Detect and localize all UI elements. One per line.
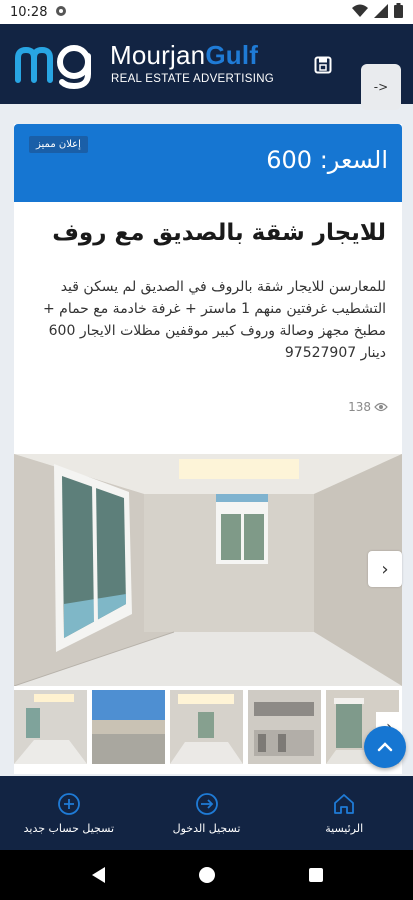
photo-next-button[interactable]: ›: [368, 551, 402, 587]
recents-icon[interactable]: [308, 867, 324, 883]
listing-card: إعلان مميز السعر: 600 للايجار شقة بالصدي…: [14, 124, 402, 774]
add-circle-icon: [57, 792, 80, 815]
home-icon: [334, 793, 355, 814]
status-bar: 10:28: [0, 0, 413, 24]
app-header: MourjanGulf REAL ESTATE ADVERTISING ->: [0, 24, 413, 110]
nav-register-label: تسجيل حساب جديد: [23, 821, 115, 835]
battery-icon: [394, 3, 403, 18]
mourjan-logo-icon: [15, 45, 91, 90]
notification-icon: [55, 5, 67, 20]
save-icon[interactable]: [314, 56, 332, 74]
brand-accent: Gulf: [205, 40, 259, 70]
home-circle-icon[interactable]: [198, 866, 216, 884]
status-icons: [352, 3, 403, 18]
eye-icon: [374, 402, 388, 412]
status-time: 10:28: [10, 4, 48, 20]
thumbnail[interactable]: [14, 690, 87, 764]
nav-login[interactable]: تسجيل الدخول: [138, 776, 276, 850]
scroll-top-button[interactable]: [364, 726, 406, 768]
system-nav-bar: [0, 850, 413, 900]
thumbnail[interactable]: [248, 690, 321, 764]
nav-home-label: الرئيسية: [325, 821, 364, 835]
listing-title: للايجار شقة بالصديق مع روف: [52, 220, 386, 246]
brand-main: Mourjan: [110, 40, 206, 70]
back-icon[interactable]: [90, 866, 106, 884]
thumbnail-strip: [14, 690, 402, 764]
wifi-icon: [352, 4, 368, 17]
chevron-up-icon: [377, 742, 393, 752]
price-banner: إعلان مميز السعر: 600: [14, 124, 402, 202]
listing-price: السعر: 600: [266, 146, 388, 174]
nav-home[interactable]: الرئيسية: [275, 776, 413, 850]
signal-icon: [374, 3, 388, 18]
views-count: 138: [348, 400, 371, 414]
bottom-nav: تسجيل حساب جديد تسجيل الدخول الرئيسية: [0, 776, 413, 850]
brand-tagline: REAL ESTATE ADVERTISING: [111, 73, 275, 85]
nav-login-label: تسجيل الدخول: [172, 821, 241, 835]
listing-page: إعلان مميز السعر: 600 للايجار شقة بالصدي…: [0, 104, 413, 774]
thumbnail[interactable]: [170, 690, 243, 764]
brand-name: MourjanGulf: [110, 40, 258, 71]
views-counter: 138: [348, 400, 388, 414]
main-photo[interactable]: [14, 454, 402, 686]
login-icon: [195, 792, 218, 815]
listing-description: للمعارسن للايجار شقة بالروف في الصديق لم…: [42, 279, 386, 361]
nav-register[interactable]: تسجيل حساب جديد: [0, 776, 138, 850]
featured-badge: إعلان مميز: [29, 136, 88, 153]
thumbnail[interactable]: [92, 690, 165, 764]
